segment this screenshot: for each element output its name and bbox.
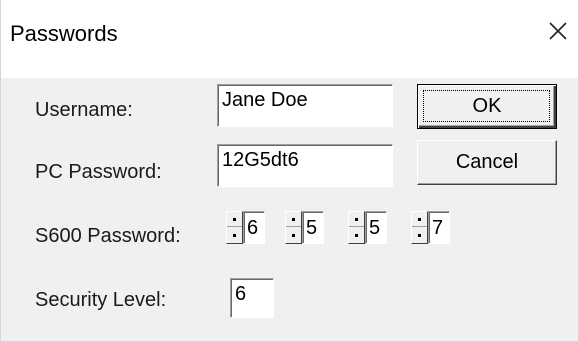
spin-down-icon[interactable]	[227, 228, 242, 243]
spin-down-icon[interactable]	[412, 228, 427, 243]
s600-digit-3-value: 5	[369, 217, 381, 239]
pc-password-value: 12G5dt6	[222, 149, 299, 171]
spin-up-icon[interactable]	[349, 212, 364, 227]
s600-digit-4-field[interactable]: 7	[428, 211, 450, 244]
s600-digit-4-spinner[interactable]	[411, 211, 428, 244]
close-icon	[549, 22, 567, 40]
ok-label: OK	[472, 95, 502, 117]
username-label: Username:	[35, 99, 133, 121]
dialog-title: Passwords	[10, 21, 118, 46]
s600-digit-1-field[interactable]: 6	[243, 211, 265, 244]
cancel-label: Cancel	[455, 151, 519, 173]
s600-digit-4-value: 7	[432, 217, 444, 239]
spin-up-icon[interactable]	[412, 212, 427, 227]
s600-password-label: S600 Password:	[35, 225, 181, 247]
s600-digit-1-spinner[interactable]	[226, 211, 243, 244]
username-value: Jane Doe	[222, 89, 308, 111]
security-level-label: Security Level:	[35, 289, 167, 311]
pc-password-field[interactable]: 12G5dt6	[217, 144, 393, 187]
s600-digit-1-value: 6	[247, 217, 259, 239]
spin-up-icon[interactable]	[286, 212, 301, 227]
security-level-field[interactable]: 6	[230, 278, 274, 318]
s600-digit-2-value: 5	[306, 217, 318, 239]
title-bar: Passwords	[1, 0, 578, 78]
username-field[interactable]: Jane Doe	[217, 84, 393, 127]
pc-password-label: PC Password:	[35, 161, 162, 183]
s600-digit-2-spinner[interactable]	[285, 211, 302, 244]
close-button[interactable]	[538, 10, 578, 52]
s600-digit-2-field[interactable]: 5	[302, 211, 324, 244]
ok-button[interactable]: OK	[417, 84, 557, 129]
passwords-dialog: Passwords Username: Jane Doe OK PC Passw…	[0, 0, 579, 342]
spin-down-icon[interactable]	[286, 228, 301, 243]
security-level-value: 6	[235, 283, 247, 305]
spin-up-icon[interactable]	[227, 212, 242, 227]
s600-digit-3-spinner[interactable]	[348, 211, 365, 244]
cancel-button[interactable]: Cancel	[417, 140, 557, 185]
s600-digit-3-field[interactable]: 5	[365, 211, 387, 244]
spin-down-icon[interactable]	[349, 228, 364, 243]
